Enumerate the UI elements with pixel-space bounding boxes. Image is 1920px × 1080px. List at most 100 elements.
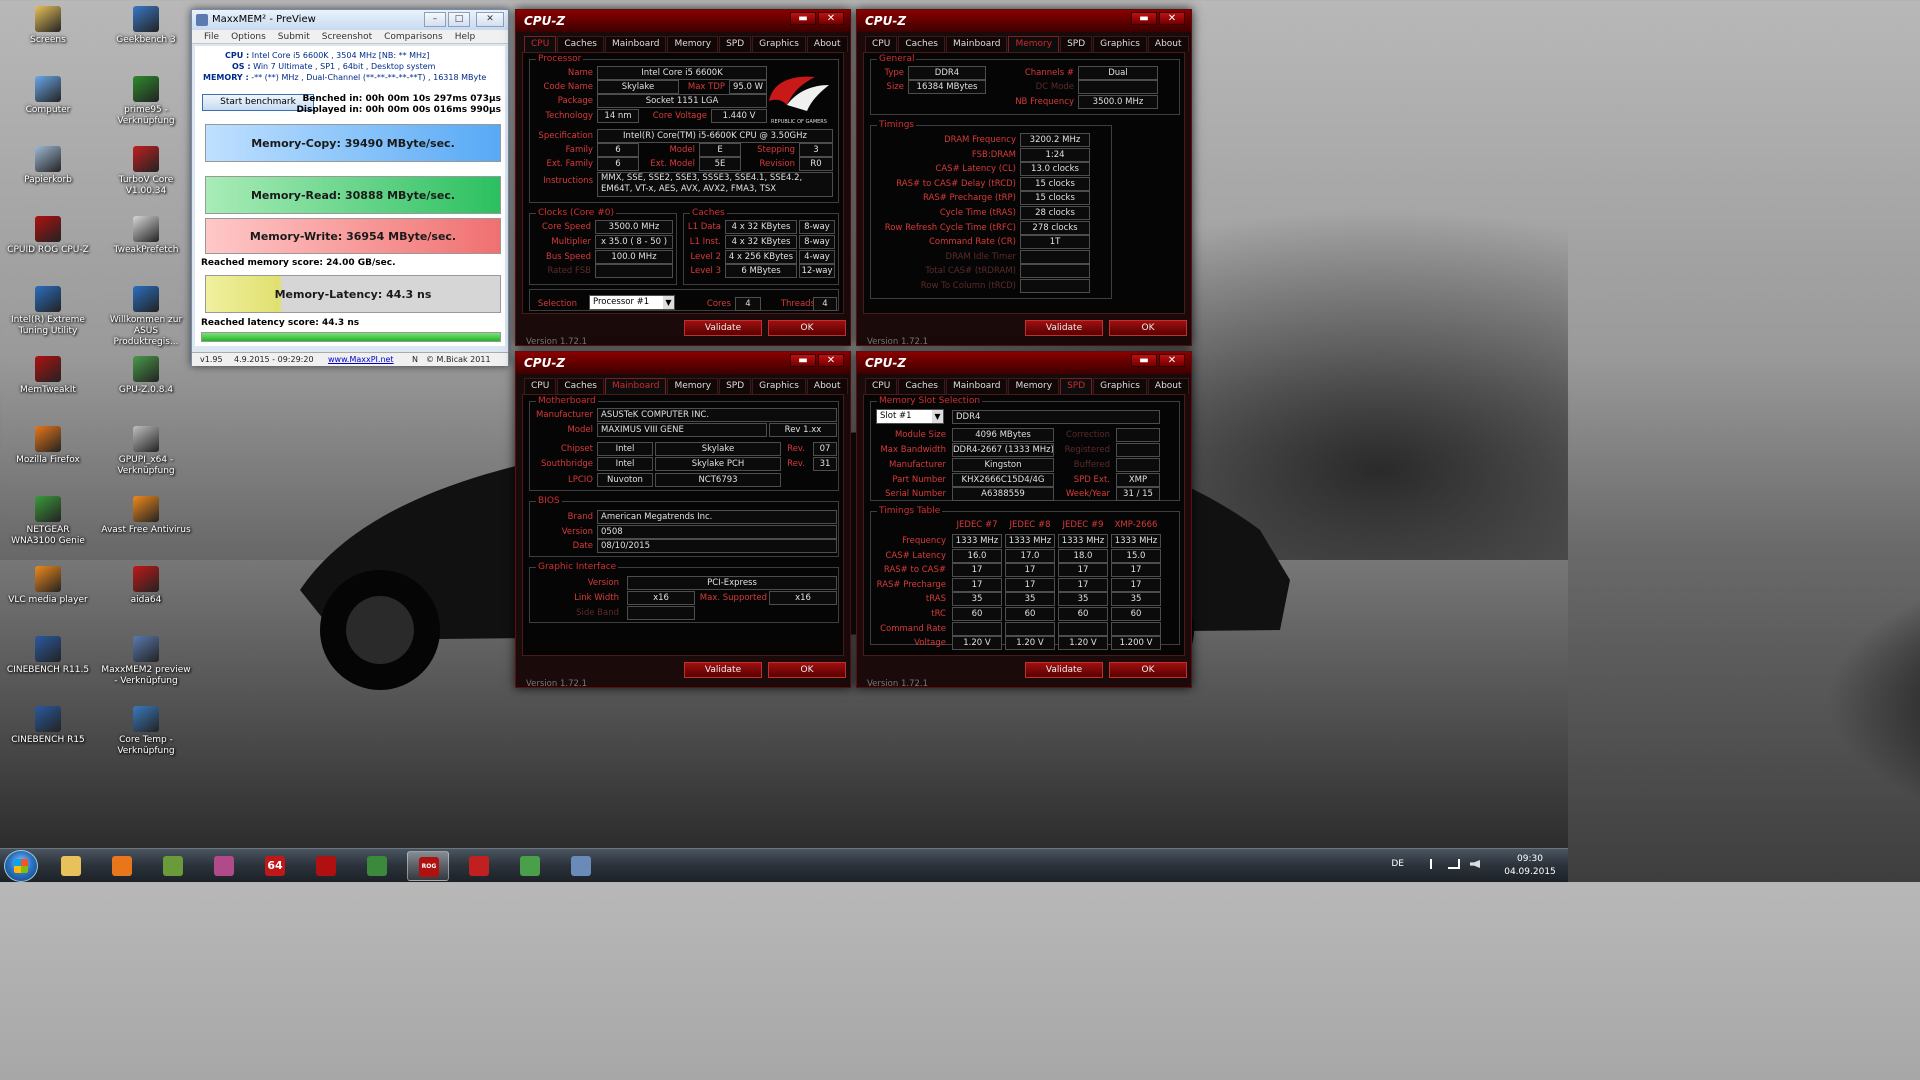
tab-mainboard[interactable]: Mainboard [946, 378, 1008, 394]
close-button[interactable]: ✕ [1159, 12, 1185, 25]
menu-help[interactable]: Help [455, 32, 476, 42]
ok-button[interactable]: OK [768, 662, 846, 678]
desktop-shortcut[interactable]: prime95 - Verknüpfung [101, 76, 191, 127]
close-button[interactable]: ✕ [476, 12, 504, 27]
tab-caches[interactable]: Caches [898, 378, 945, 394]
desktop-shortcut[interactable]: GPU-Z.0.8.4 [101, 356, 191, 396]
taskbar-button[interactable] [509, 851, 551, 881]
ok-button[interactable]: OK [768, 320, 846, 336]
maxxmem-window[interactable]: MaxxMEM² - PreView – □ ✕ File Options Subm… [191, 9, 509, 366]
desktop-shortcut[interactable]: VLC media player [3, 566, 93, 606]
desktop-shortcut[interactable]: Mozilla Firefox [3, 426, 93, 466]
maxxmem-titlebar[interactable]: MaxxMEM² - PreView – □ ✕ [192, 10, 508, 30]
taskbar-button[interactable] [203, 851, 245, 881]
tab-memory[interactable]: Memory [667, 36, 719, 52]
volume-icon[interactable] [1470, 860, 1480, 868]
tab-memory[interactable]: Memory [667, 378, 719, 394]
desktop-shortcut[interactable]: Papierkorb [3, 146, 93, 186]
chevron-down-icon[interactable]: ▼ [932, 410, 943, 423]
taskbar-button[interactable]: 64 [254, 851, 296, 881]
desktop-shortcut[interactable]: aida64 [101, 566, 191, 606]
tab-memory[interactable]: Memory [1008, 378, 1060, 394]
cpuz-window-cpu[interactable]: CPU-Z ▬ ✕ CPU Caches Mainboard Memory SPD Grap… [515, 9, 851, 346]
taskbar-button[interactable]: ROG CPUZ [407, 851, 449, 881]
tab-cpu[interactable]: CPU [865, 378, 898, 394]
desktop-shortcut[interactable]: Core Temp - Verknüpfung [101, 706, 191, 757]
minimize-button[interactable]: ▬ [1131, 12, 1157, 25]
close-button[interactable]: ✕ [1159, 354, 1185, 367]
desktop-shortcut[interactable]: CINEBENCH R15 [3, 706, 93, 746]
cpuz-titlebar[interactable]: CPU-Z ▬ ✕ [857, 352, 1191, 374]
minimize-button[interactable]: ▬ [790, 354, 816, 367]
menu-options[interactable]: Options [231, 32, 266, 42]
tab-graphics[interactable]: Graphics [752, 378, 806, 394]
desktop-shortcut[interactable]: TurboV Core V1.00.34 [101, 146, 191, 197]
validate-button[interactable]: Validate [684, 320, 762, 336]
desktop-shortcut[interactable]: MemTweakIt [3, 356, 93, 396]
cpuz-window-mainboard[interactable]: CPU-Z ▬ ✕ CPU Caches Mainboard Memory SPD Grap… [515, 351, 851, 688]
ok-button[interactable]: OK [1109, 320, 1187, 336]
chevron-down-icon[interactable]: ▼ [663, 296, 674, 309]
desktop-shortcut[interactable]: NETGEAR WNA3100 Genie [3, 496, 93, 547]
maxxpi-link[interactable]: www.MaxxPI.net [328, 353, 394, 367]
tab-cpu[interactable]: CPU [524, 36, 557, 52]
cpuz-window-memory[interactable]: CPU-Z ▬ ✕ CPU Caches Mainboard Memory SPD Grap… [856, 9, 1192, 346]
start-button[interactable] [4, 850, 38, 882]
tab-caches[interactable]: Caches [898, 36, 945, 52]
flag-icon[interactable] [1430, 859, 1440, 869]
close-button[interactable]: ✕ [818, 12, 844, 25]
desktop-shortcut[interactable]: Computer [3, 76, 93, 116]
desktop-shortcut[interactable]: TweakPrefetch [101, 216, 191, 256]
desktop-shortcut[interactable]: GPUPI_x64 - Verknüpfung [101, 426, 191, 477]
taskbar-button[interactable] [560, 851, 602, 881]
ok-button[interactable]: OK [1109, 662, 1187, 678]
tab-memory[interactable]: Memory [1008, 36, 1060, 52]
taskbar-button[interactable] [101, 851, 143, 881]
clock-date[interactable]: 04.09.2015 [1500, 867, 1560, 877]
tab-graphics[interactable]: Graphics [1093, 36, 1147, 52]
taskbar-button[interactable] [50, 851, 92, 881]
tab-caches[interactable]: Caches [557, 378, 604, 394]
tab-mainboard[interactable]: Mainboard [605, 36, 667, 52]
cpuz-window-spd[interactable]: CPU-Z ▬ ✕ CPU Caches Mainboard Memory SPD Grap… [856, 351, 1192, 688]
tab-cpu[interactable]: CPU [865, 36, 898, 52]
taskbar-button[interactable] [458, 851, 500, 881]
language-indicator[interactable]: DE [1391, 859, 1404, 869]
tab-cpu[interactable]: CPU [524, 378, 557, 394]
desktop-shortcut[interactable]: Avast Free Antivirus [101, 496, 191, 536]
cpuz-titlebar[interactable]: CPU-Z ▬ ✕ [516, 352, 850, 374]
tab-mainboard[interactable]: Mainboard [605, 378, 667, 394]
minimize-button[interactable]: ▬ [1131, 354, 1157, 367]
clock-time[interactable]: 09:30 [1500, 854, 1560, 864]
desktop-shortcut[interactable]: Intel(R) Extreme Tuning Utility [3, 286, 93, 337]
validate-button[interactable]: Validate [1025, 320, 1103, 336]
tab-spd[interactable]: SPD [1060, 378, 1093, 394]
cpuz-titlebar[interactable]: CPU-Z ▬ ✕ [857, 10, 1191, 32]
tab-graphics[interactable]: Graphics [752, 36, 806, 52]
minimize-button[interactable]: – [424, 12, 446, 27]
minimize-button[interactable]: ▬ [790, 12, 816, 25]
tab-about[interactable]: About [806, 378, 848, 394]
taskbar-button[interactable] [305, 851, 347, 881]
taskbar-button[interactable] [356, 851, 398, 881]
tab-spd[interactable]: SPD [719, 378, 752, 394]
network-icon[interactable] [1448, 859, 1460, 869]
menu-comparisons[interactable]: Comparisons [384, 32, 443, 42]
close-button[interactable]: ✕ [818, 354, 844, 367]
menu-file[interactable]: File [204, 32, 219, 42]
desktop-shortcut[interactable]: MaxxMEM2 preview - Verknüpfung [101, 636, 191, 687]
tab-about[interactable]: About [806, 36, 848, 52]
tab-spd[interactable]: SPD [1060, 36, 1093, 52]
tab-caches[interactable]: Caches [557, 36, 604, 52]
desktop-shortcut[interactable]: CINEBENCH R11.5 [3, 636, 93, 676]
tab-about[interactable]: About [1147, 36, 1189, 52]
desktop-shortcut[interactable]: CPUID ROG CPU-Z [3, 216, 93, 256]
menu-screenshot[interactable]: Screenshot [322, 32, 372, 42]
validate-button[interactable]: Validate [1025, 662, 1103, 678]
cpuz-titlebar[interactable]: CPU-Z ▬ ✕ [516, 10, 850, 32]
tab-about[interactable]: About [1147, 378, 1189, 394]
tab-graphics[interactable]: Graphics [1093, 378, 1147, 394]
tab-spd[interactable]: SPD [719, 36, 752, 52]
validate-button[interactable]: Validate [684, 662, 762, 678]
desktop-shortcut[interactable]: Geekbench 3 [101, 6, 191, 46]
